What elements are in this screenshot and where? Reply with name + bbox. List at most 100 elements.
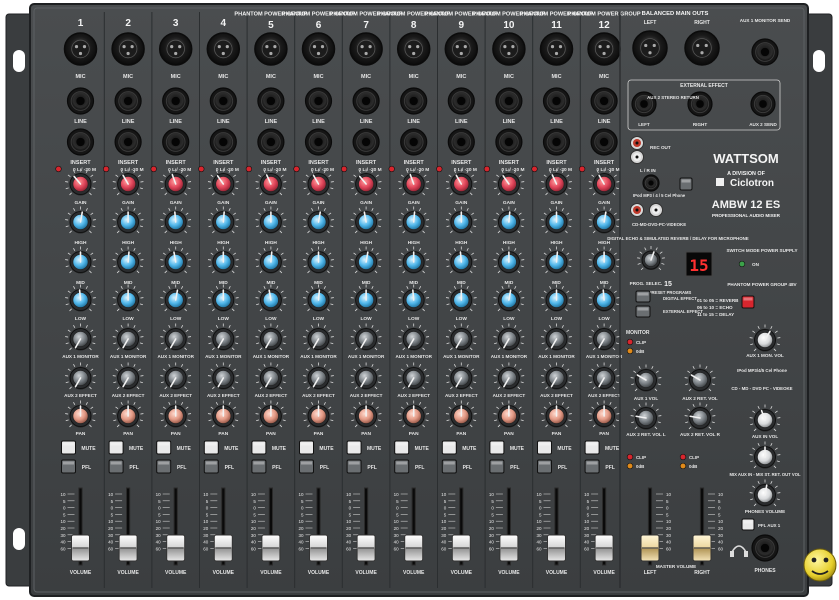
line-input-jack[interactable] xyxy=(590,87,618,115)
button-shine xyxy=(63,442,74,446)
fader-scale-mark: 30 xyxy=(251,533,257,538)
rca-pin xyxy=(635,141,639,145)
insert-jack[interactable] xyxy=(400,128,428,156)
pfl-button[interactable] xyxy=(156,459,172,474)
line-input-jack[interactable] xyxy=(114,87,142,115)
mic-input-xlr[interactable] xyxy=(539,32,574,66)
mute-button[interactable] xyxy=(61,440,76,455)
insert-jack[interactable] xyxy=(209,128,237,156)
gain-label: GAIN xyxy=(455,200,468,206)
line-input-jack[interactable] xyxy=(447,87,475,115)
line-input-jack[interactable] xyxy=(542,87,571,115)
phantom-power-button[interactable] xyxy=(741,295,755,309)
mic-input-xlr[interactable] xyxy=(492,32,526,66)
cd-in-right-rca[interactable] xyxy=(630,203,644,217)
main-out-right-xlr[interactable] xyxy=(684,30,720,66)
insert-jack[interactable] xyxy=(257,128,285,156)
xlr-insert xyxy=(261,39,281,59)
pfl-button[interactable] xyxy=(394,459,410,474)
xlr-insert xyxy=(118,39,138,59)
pfl-button[interactable] xyxy=(441,459,457,474)
mic-input-xlr[interactable] xyxy=(254,32,288,66)
clip-led xyxy=(150,165,157,173)
line-input-jack[interactable] xyxy=(162,87,190,115)
pfl-button[interactable] xyxy=(489,459,505,474)
line-input-jack[interactable] xyxy=(352,87,380,115)
prog-select-button[interactable] xyxy=(635,290,651,303)
mute-button[interactable] xyxy=(203,440,219,455)
mute-button[interactable] xyxy=(156,440,172,455)
aux-source-switch[interactable] xyxy=(679,177,693,191)
low-label: LOW xyxy=(456,316,468,322)
insert-jack[interactable] xyxy=(447,128,475,156)
mic-input-xlr[interactable] xyxy=(158,32,193,66)
fader-scale-mark: 30 xyxy=(298,533,304,538)
low-label: LOW xyxy=(75,316,87,322)
xlr-pin xyxy=(598,45,602,49)
aux1-monitor-label: AUX 1 MONITOR xyxy=(443,354,480,359)
insert-jack[interactable] xyxy=(114,128,142,156)
pfl-button[interactable] xyxy=(61,459,76,474)
mute-button[interactable] xyxy=(537,440,552,455)
pfl-button[interactable] xyxy=(584,459,600,474)
jack-hole xyxy=(171,96,180,106)
insert-jack[interactable] xyxy=(352,128,380,156)
line-input-jack[interactable] xyxy=(209,87,237,115)
mic-input-xlr[interactable] xyxy=(301,32,336,66)
line-input-jack[interactable] xyxy=(257,87,285,115)
pfl-button[interactable] xyxy=(251,459,267,474)
xlr-pin xyxy=(225,45,229,49)
mic-input-xlr[interactable] xyxy=(111,32,145,66)
fader-scale-mark: 40 xyxy=(60,540,66,545)
aux1-send-jack[interactable] xyxy=(751,38,779,66)
mic-input-xlr[interactable] xyxy=(587,32,621,66)
mute-button[interactable] xyxy=(584,440,600,455)
channel-number: 10 xyxy=(503,20,515,31)
xlr-pin xyxy=(174,51,178,56)
mute-button[interactable] xyxy=(251,440,267,455)
insert-jack[interactable] xyxy=(304,128,333,156)
insert-jack[interactable] xyxy=(542,128,571,156)
effect-source-button[interactable] xyxy=(635,305,651,318)
insert-jack[interactable] xyxy=(162,128,190,156)
fader-scale-mark: 60 xyxy=(441,546,447,551)
insert-jack[interactable] xyxy=(66,128,95,156)
fader-scale-mark: 30 xyxy=(203,533,209,538)
pfl-button[interactable] xyxy=(108,459,124,474)
insert-jack[interactable] xyxy=(495,128,523,156)
pfl-aux1-switch[interactable] xyxy=(741,518,755,531)
pfl-button[interactable] xyxy=(203,459,219,474)
insert-jack[interactable] xyxy=(590,128,618,156)
rec-out-right-rca[interactable] xyxy=(630,136,644,150)
line-input-jack[interactable] xyxy=(66,87,95,115)
mic-input-xlr[interactable] xyxy=(206,32,241,66)
knob-pointer xyxy=(459,251,463,263)
fader-scale-mark: 30 xyxy=(156,533,162,538)
mic-input-xlr[interactable] xyxy=(349,32,383,66)
clip-led xyxy=(436,165,443,173)
mic-input-xlr[interactable] xyxy=(63,32,98,66)
mute-button[interactable] xyxy=(108,440,124,455)
mute-button[interactable] xyxy=(441,440,457,455)
ipod-in-jack[interactable] xyxy=(642,174,660,192)
pfl-button[interactable] xyxy=(537,459,552,474)
pfl-button[interactable] xyxy=(346,459,362,474)
line-input-jack[interactable] xyxy=(495,87,523,115)
phones-jack[interactable] xyxy=(751,534,779,562)
mute-button[interactable] xyxy=(299,440,314,455)
rec-out-left-rca[interactable] xyxy=(630,150,644,164)
line-input-jack[interactable] xyxy=(400,87,428,115)
pfl-button[interactable] xyxy=(299,459,314,474)
mic-input-xlr[interactable] xyxy=(444,32,479,66)
main-out-left-xlr[interactable] xyxy=(632,30,668,66)
mute-button[interactable] xyxy=(489,440,505,455)
mute-button[interactable] xyxy=(394,440,410,455)
aux2-send-jack[interactable] xyxy=(750,91,776,117)
line-input-jack[interactable] xyxy=(304,87,333,115)
cd-in-left-rca[interactable] xyxy=(649,203,663,217)
mute-button[interactable] xyxy=(346,440,362,455)
mic-input-xlr[interactable] xyxy=(396,32,431,66)
button-shine xyxy=(637,292,649,296)
mute-label: MUTE xyxy=(462,446,477,452)
led-lens xyxy=(388,165,395,173)
